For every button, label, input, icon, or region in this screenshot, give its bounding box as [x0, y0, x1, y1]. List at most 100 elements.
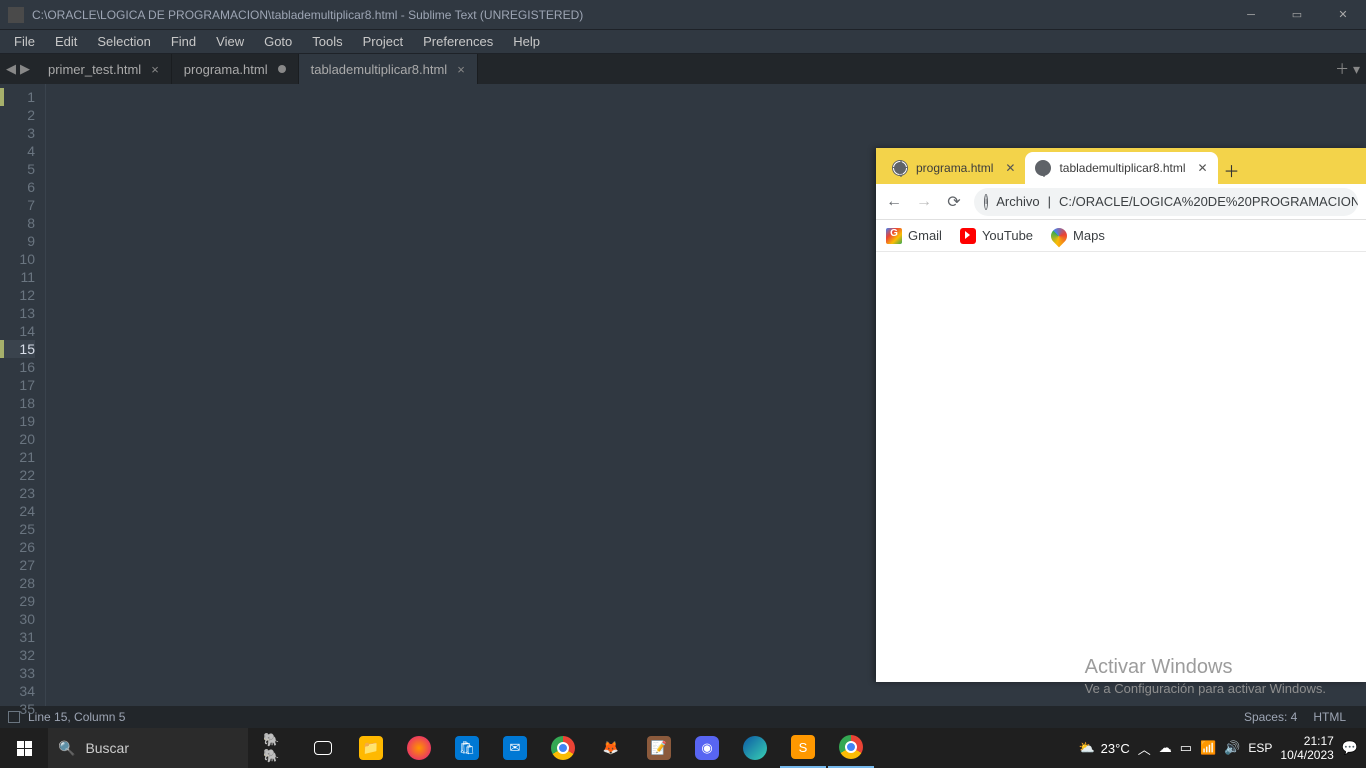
folder-icon: 📁 — [359, 736, 383, 760]
editor-tab-programa[interactable]: programa.html — [172, 54, 299, 84]
minimize-button[interactable]: ─ — [1228, 0, 1274, 30]
tab-bar-right[interactable]: ＋ ▾ — [1329, 54, 1366, 84]
browser-tab-strip: programa.html ✕ tablademultiplicar8.html… — [876, 148, 1366, 184]
chrome-icon — [551, 736, 575, 760]
back-button[interactable]: ← — [884, 193, 904, 211]
gutter-mark — [0, 340, 4, 358]
taskbar-apps: 🐘🐘 📁 🛍 ✉ 🦊 📝 ◉ S — [252, 728, 874, 768]
reload-button[interactable]: ⟳ — [944, 192, 964, 212]
dirty-dot-icon — [278, 65, 286, 73]
app-icon — [8, 7, 24, 23]
sublime-icon: S — [791, 735, 815, 759]
browser-toolbar: ← → ⟳ i Archivo | C:/ORACLE/LOGICA%20DE%… — [876, 184, 1366, 220]
url-separator: | — [1048, 194, 1051, 209]
title-bar: C:\ORACLE\LOGICA DE PROGRAMACION\tablade… — [0, 0, 1366, 30]
taskbar-app[interactable]: 🐘🐘 — [252, 728, 298, 768]
menu-goto[interactable]: Goto — [254, 32, 302, 51]
tray-chevron-icon[interactable]: ︿ — [1138, 739, 1151, 758]
taskbar-firefox[interactable] — [396, 728, 442, 768]
maps-icon — [1048, 224, 1071, 247]
bookmark-gmail[interactable]: GGmail — [886, 228, 942, 244]
close-icon[interactable]: ✕ — [1198, 161, 1208, 175]
elephant-icon: 🐘🐘 — [263, 736, 287, 760]
mail-icon: ✉ — [503, 736, 527, 760]
start-button[interactable] — [0, 728, 48, 768]
browser-viewport — [876, 252, 1366, 682]
syntax-setting[interactable]: HTML — [1313, 710, 1346, 724]
bookmark-maps[interactable]: Maps — [1051, 228, 1105, 244]
line-gutter: 1234567891011121314151617181920212223242… — [0, 84, 46, 706]
tab-label: tablademultiplicar8.html — [311, 62, 448, 77]
browser-tab-label: tablademultiplicar8.html — [1059, 161, 1185, 175]
menu-preferences[interactable]: Preferences — [413, 32, 503, 51]
menu-find[interactable]: Find — [161, 32, 206, 51]
browser-tab-tabla[interactable]: tablademultiplicar8.html ✕ — [1025, 152, 1217, 184]
editor-tab-tablademultiplicar[interactable]: tablademultiplicar8.html × — [299, 54, 478, 84]
maximize-button[interactable]: ▭ — [1274, 0, 1320, 30]
meet-icon[interactable]: ▭ — [1180, 740, 1192, 756]
taskbar-mail[interactable]: ✉ — [492, 728, 538, 768]
tab-nav-arrows[interactable]: ◀▶ — [0, 54, 36, 84]
taskbar-chrome[interactable] — [540, 728, 586, 768]
search-placeholder: Buscar — [85, 740, 129, 756]
notifications-icon[interactable]: 💬 — [1342, 740, 1358, 756]
bookmark-youtube[interactable]: YouTube — [960, 228, 1033, 244]
menu-selection[interactable]: Selection — [87, 32, 160, 51]
editor-tab-bar: ◀▶ primer_test.html × programa.html tabl… — [0, 54, 1366, 84]
wifi-icon[interactable]: 📶 — [1200, 740, 1216, 756]
menu-bar: File Edit Selection Find View Goto Tools… — [0, 30, 1366, 54]
browser-window: programa.html ✕ tablademultiplicar8.html… — [876, 148, 1366, 682]
gimp-icon: 🦊 — [599, 736, 623, 760]
taskbar-chrome-active[interactable] — [828, 728, 874, 768]
url-text: C:/ORACLE/LOGICA%20DE%20PROGRAMACION — [1059, 194, 1358, 209]
forward-button[interactable]: → — [914, 193, 934, 211]
store-icon: 🛍 — [455, 736, 479, 760]
notes-icon: 📝 — [647, 736, 671, 760]
menu-edit[interactable]: Edit — [45, 32, 87, 51]
close-icon[interactable]: × — [457, 62, 465, 77]
bookmarks-bar: GGmail YouTube Maps — [876, 220, 1366, 252]
new-tab-button[interactable]: ＋ — [1218, 156, 1246, 184]
taskbar-app2[interactable]: 🦊 — [588, 728, 634, 768]
youtube-icon — [960, 228, 976, 244]
taskbar-store[interactable]: 🛍 — [444, 728, 490, 768]
close-icon[interactable]: × — [151, 62, 159, 77]
tab-label: programa.html — [184, 62, 268, 77]
taskbar-discord[interactable]: ◉ — [684, 728, 730, 768]
window-controls: ─ ▭ ✕ — [1228, 0, 1366, 30]
taskbar-taskview[interactable] — [300, 728, 346, 768]
taskbar-edge[interactable] — [732, 728, 778, 768]
cursor-position: Line 15, Column 5 — [28, 710, 125, 724]
menu-tools[interactable]: Tools — [302, 32, 352, 51]
taskview-icon — [314, 741, 332, 755]
taskbar-sublime[interactable]: S — [780, 728, 826, 768]
address-bar[interactable]: i Archivo | C:/ORACLE/LOGICA%20DE%20PROG… — [974, 188, 1358, 216]
indent-setting[interactable]: Spaces: 4 — [1244, 710, 1297, 724]
windows-icon — [17, 741, 32, 756]
window-title: C:\ORACLE\LOGICA DE PROGRAMACION\tablade… — [32, 8, 1228, 22]
menu-help[interactable]: Help — [503, 32, 550, 51]
menu-view[interactable]: View — [206, 32, 254, 51]
taskbar-explorer[interactable]: 📁 — [348, 728, 394, 768]
language-indicator[interactable]: ESP — [1248, 741, 1272, 755]
close-icon[interactable]: ✕ — [1005, 161, 1015, 175]
firefox-icon — [407, 736, 431, 760]
onedrive-icon[interactable]: ☁ — [1159, 740, 1172, 756]
taskbar-search[interactable]: 🔍 Buscar — [48, 728, 248, 768]
close-button[interactable]: ✕ — [1320, 0, 1366, 30]
browser-tab-label: programa.html — [916, 161, 993, 175]
edge-icon — [743, 736, 767, 760]
volume-icon[interactable]: 🔊 — [1224, 740, 1240, 756]
url-scheme: Archivo — [996, 194, 1039, 209]
taskbar-notes[interactable]: 📝 — [636, 728, 682, 768]
browser-tab-programa[interactable]: programa.html ✕ — [882, 152, 1025, 184]
status-bar: Line 15, Column 5 Spaces: 4 HTML — [0, 706, 1366, 728]
site-info-icon[interactable]: i — [984, 194, 988, 210]
weather-widget[interactable]: ⛅23°C — [1078, 740, 1129, 756]
menu-file[interactable]: File — [4, 32, 45, 51]
menu-project[interactable]: Project — [353, 32, 413, 51]
clock[interactable]: 21:17 10/4/2023 — [1280, 734, 1333, 762]
globe-icon — [892, 160, 908, 176]
tab-label: primer_test.html — [48, 62, 141, 77]
editor-tab-primer[interactable]: primer_test.html × — [36, 54, 172, 84]
